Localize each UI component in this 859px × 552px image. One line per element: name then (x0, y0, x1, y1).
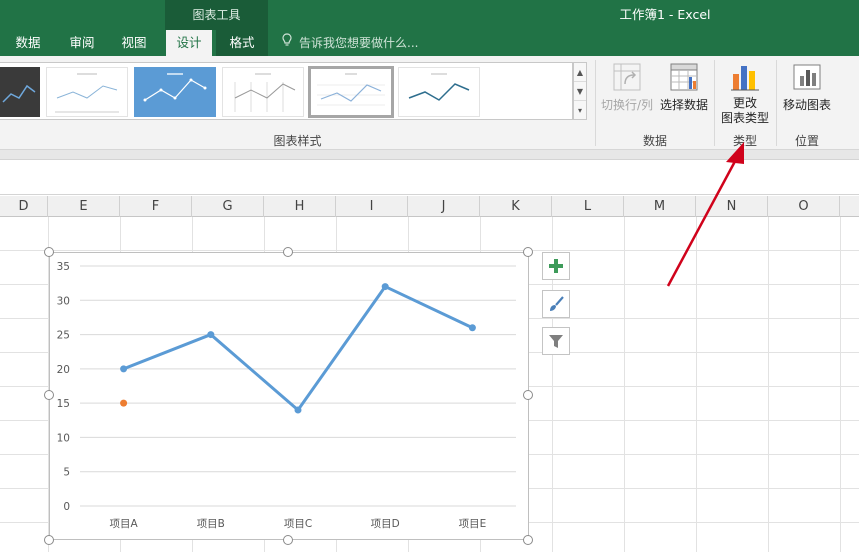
column-header[interactable]: H (264, 196, 336, 217)
lightbulb-icon (282, 30, 296, 56)
gallery-scroll[interactable]: ▲ ▼ ▾ (573, 62, 587, 120)
group-label-location: 位置 (794, 134, 819, 148)
select-data-label: 选择数据 (659, 98, 708, 112)
tell-me-box[interactable]: 告诉我您想要做什么... (282, 30, 418, 56)
column-header[interactable]: J (408, 196, 480, 217)
gallery-scroll-up-icon[interactable]: ▲ (574, 63, 586, 82)
data-point[interactable] (120, 365, 128, 373)
x-tick-label: 项目D (371, 518, 400, 530)
chart-style-thumb-4[interactable] (222, 67, 304, 117)
column-header[interactable]: O (768, 196, 840, 217)
resize-handle[interactable] (523, 535, 533, 545)
chart-filters-button[interactable] (542, 327, 570, 355)
series-line[interactable] (123, 285, 474, 412)
change-chart-type-label-line2: 图表类型 (720, 111, 769, 125)
x-tick-label: 项目B (197, 518, 225, 530)
tab-data[interactable]: 数据 (0, 30, 56, 56)
column-header[interactable]: G (192, 196, 264, 217)
y-tick-label: 20 (57, 364, 70, 376)
y-tick-label: 35 (57, 261, 70, 273)
column-header[interactable]: L (552, 196, 624, 217)
brush-icon (550, 296, 564, 311)
data-point[interactable] (381, 283, 389, 291)
data-point[interactable] (207, 331, 215, 339)
excel-window: 图表工具 工作簿1 - Excel 数据 审阅 视图 设计 格式 告诉我您想要做… (0, 0, 859, 552)
tab-view[interactable]: 视图 (108, 30, 160, 56)
chart-style-thumb-2[interactable] (46, 67, 128, 117)
chart-style-thumb-5-selected[interactable] (308, 66, 394, 118)
resize-handle[interactable] (44, 390, 54, 400)
group-label-chart-styles: 图表样式 (273, 134, 322, 148)
x-tick-label: 项目E (459, 518, 487, 530)
chart-style-thumb-1[interactable] (0, 67, 40, 117)
data-point[interactable] (468, 324, 476, 332)
tab-design[interactable]: 设计 (166, 30, 212, 56)
title-bar: 图表工具 工作簿1 - Excel 数据 审阅 视图 设计 格式 告诉我您想要做… (0, 0, 859, 56)
resize-handle[interactable] (44, 247, 54, 257)
chart-tools-header: 图表工具 (165, 0, 268, 30)
column-header[interactable]: I (336, 196, 408, 217)
gallery-scroll-down-icon[interactable]: ▼ (574, 82, 586, 101)
annotation-arrow (666, 142, 744, 287)
tab-format[interactable]: 格式 (216, 30, 268, 56)
move-chart-label: 移动图表 (782, 98, 831, 112)
resize-handle[interactable] (523, 390, 533, 400)
change-chart-type-icon (730, 62, 760, 92)
tell-me-text: 告诉我您想要做什么... (299, 36, 419, 50)
tab-review[interactable]: 审阅 (56, 30, 108, 56)
move-chart-button[interactable]: 移动图表 (779, 62, 835, 113)
select-data-button[interactable]: 选择数据 (656, 62, 712, 113)
y-tick-label: 25 (57, 330, 70, 342)
resize-handle[interactable] (283, 535, 293, 545)
chart-styles-button[interactable] (542, 290, 570, 318)
chart-styles-gallery (0, 62, 573, 120)
change-chart-type-label-line1: 更改 (732, 96, 757, 110)
column-header[interactable]: E (48, 196, 120, 217)
x-tick-label: 项目C (284, 518, 312, 530)
chart-elements-button[interactable] (542, 252, 570, 280)
funnel-icon (549, 335, 563, 348)
window-title: 工作簿1 - Excel (619, 7, 711, 22)
chart-plot-svg: 0 5 10 15 20 25 30 35 项目A 项目B 项目C 项目D 项目E (57, 261, 516, 530)
switch-row-column-label: 切换行/列 (600, 98, 654, 112)
move-chart-icon (792, 62, 822, 92)
resize-handle[interactable] (44, 535, 54, 545)
y-tick-label: 5 (63, 467, 70, 479)
chart-style-thumb-3[interactable] (134, 67, 216, 117)
line-chart[interactable]: 0 5 10 15 20 25 30 35 项目A 项目B 项目C 项目D 项目E (49, 252, 529, 540)
column-header[interactable]: K (480, 196, 552, 217)
resize-handle[interactable] (283, 247, 293, 257)
switch-row-column-icon (612, 62, 642, 92)
x-tick-label: 项目A (110, 518, 139, 530)
gallery-expand-icon[interactable]: ▾ (574, 101, 586, 120)
chart-style-thumb-6[interactable] (398, 67, 480, 117)
y-tick-label: 0 (63, 501, 70, 513)
change-chart-type-button[interactable]: 更改 图表类型 (716, 62, 774, 126)
data-point[interactable] (120, 399, 128, 407)
y-tick-label: 15 (57, 398, 70, 410)
resize-handle[interactable] (523, 247, 533, 257)
plus-icon (549, 259, 563, 273)
y-tick-label: 10 (57, 432, 70, 444)
column-header[interactable]: D (0, 196, 48, 217)
select-data-icon (669, 62, 699, 92)
y-tick-label: 30 (57, 295, 70, 307)
column-header[interactable]: F (120, 196, 192, 217)
switch-row-column-button[interactable]: 切换行/列 (598, 62, 656, 113)
data-point[interactable] (294, 406, 302, 414)
